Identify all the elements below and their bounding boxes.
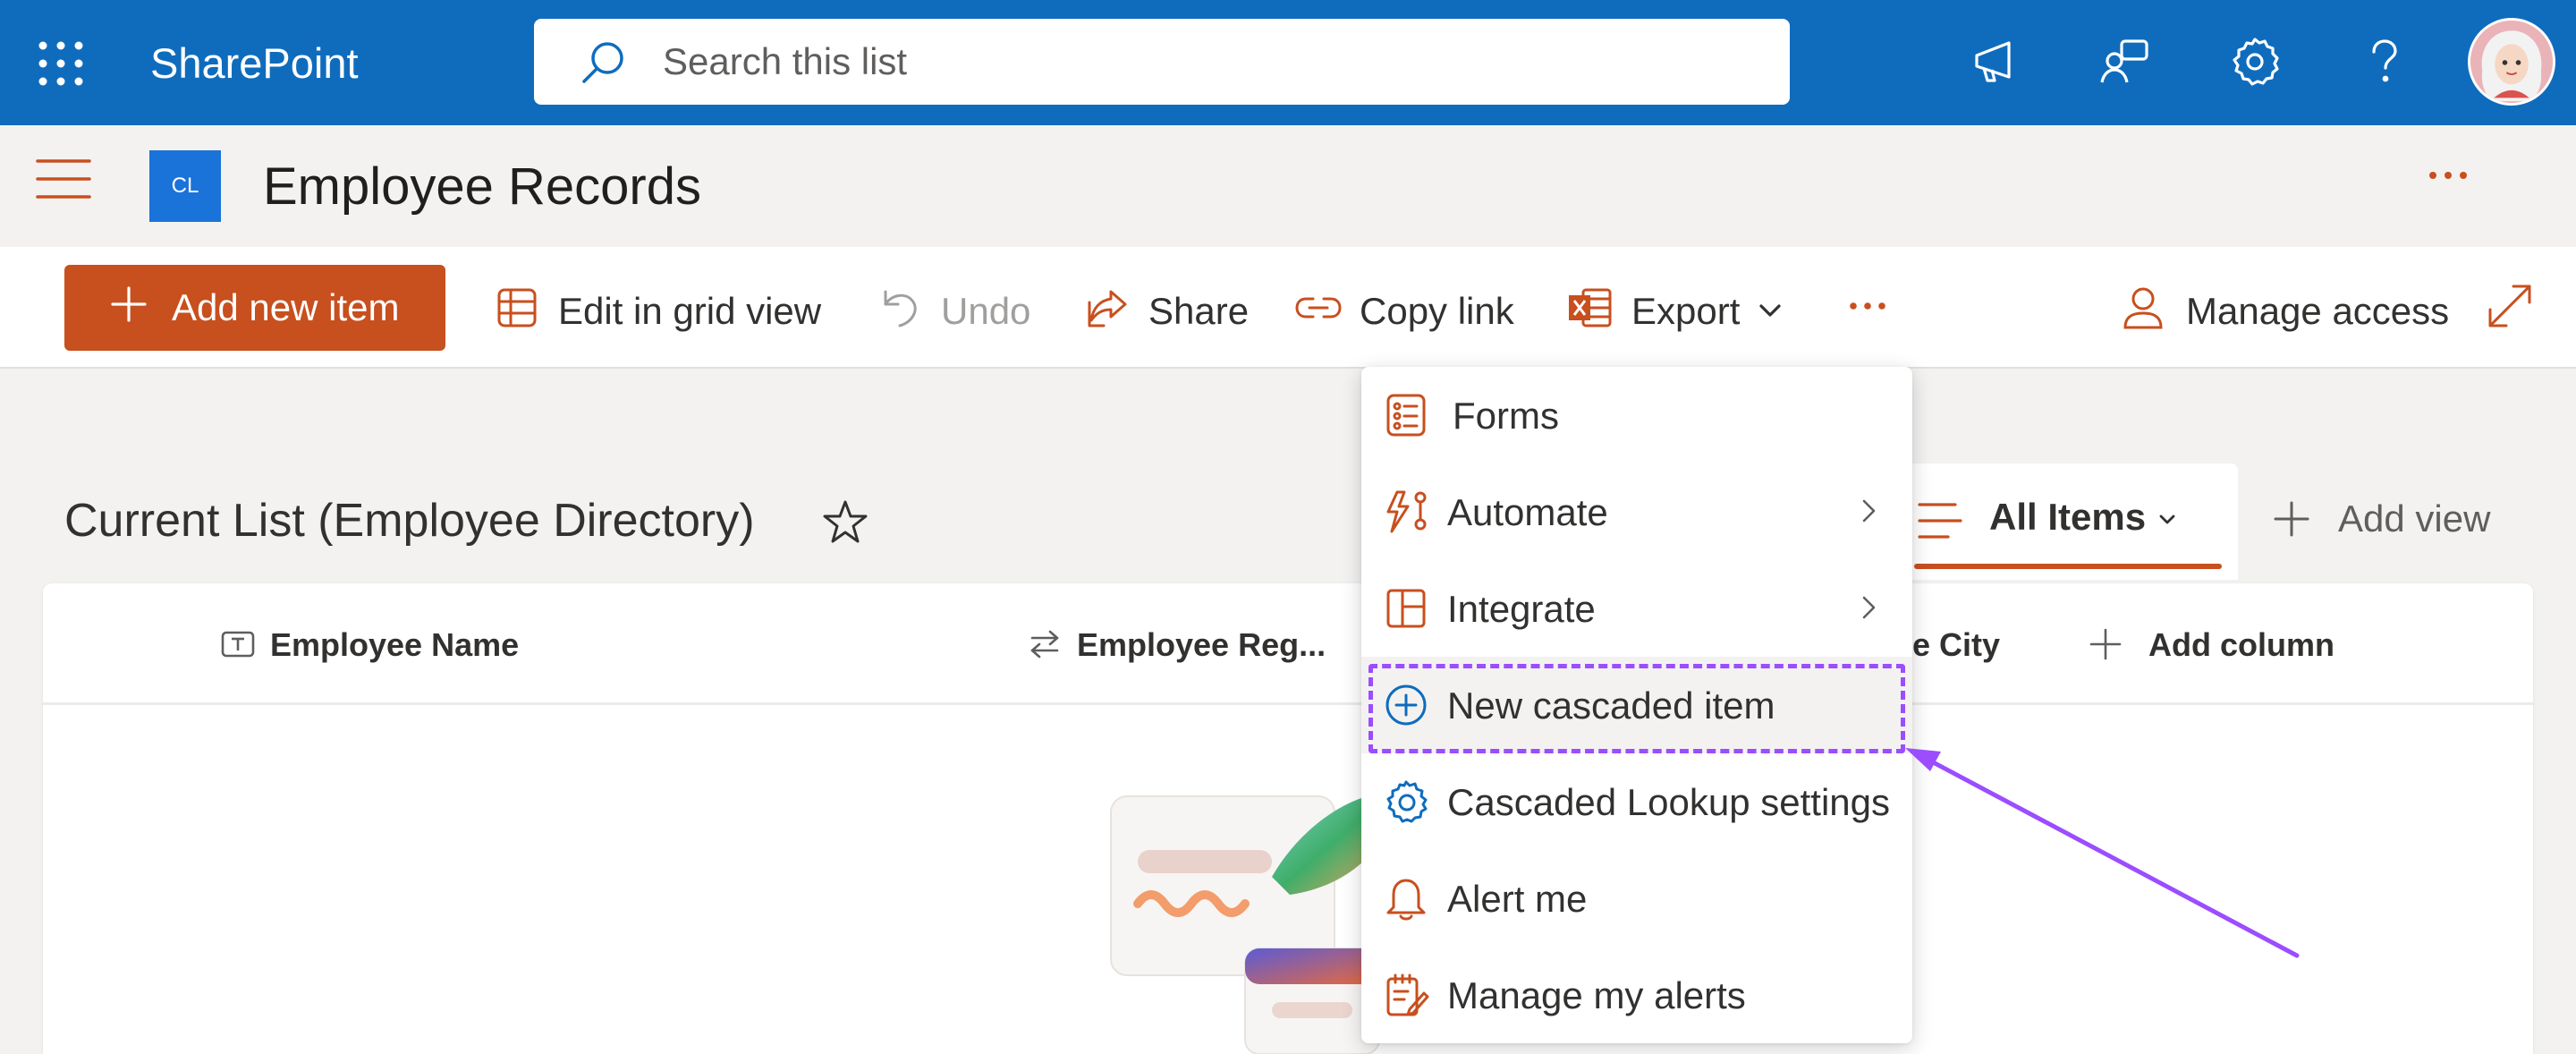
link-icon	[1295, 297, 1342, 319]
plus-icon	[2089, 628, 2122, 660]
gear-icon[interactable]	[2227, 34, 2283, 89]
menu-item-cascaded-lookup-settings[interactable]: Cascaded Lookup settings	[1361, 753, 1912, 850]
app-launcher-waffle-icon[interactable]	[38, 40, 84, 87]
person-icon	[2123, 287, 2163, 329]
feedback-icon[interactable]	[2098, 34, 2154, 89]
site-title[interactable]: Employee Records	[263, 156, 701, 218]
chevron-down-icon	[2159, 514, 2175, 524]
manage-access-button[interactable]: Manage access	[2120, 283, 2449, 336]
export-button[interactable]: Export	[1567, 283, 1791, 336]
user-avatar[interactable]	[2468, 18, 2555, 106]
view-tab-all-items[interactable]: All Items	[1896, 463, 2238, 580]
settings-icon	[1386, 780, 1428, 823]
menu-item-forms[interactable]: Forms	[1361, 367, 1912, 463]
add-circle-icon	[1385, 684, 1427, 726]
favorite-star-icon[interactable]	[821, 498, 869, 547]
plus-icon	[111, 286, 147, 322]
menu-item-manage-my-alerts[interactable]: Manage my alerts	[1361, 947, 1912, 1043]
text-column-icon	[221, 631, 255, 658]
edit-grid-view-button[interactable]: Edit in grid view	[494, 283, 826, 336]
more-commands-icon[interactable]	[1846, 283, 1891, 336]
suite-bar: SharePoint	[0, 0, 2576, 125]
active-view-underline	[1914, 564, 2222, 569]
site-header: CL Employee Records	[0, 125, 2576, 247]
bell-icon	[1386, 879, 1426, 921]
help-icon[interactable]	[2356, 34, 2411, 89]
menu-item-integrate[interactable]: Integrate	[1361, 560, 1912, 657]
search-input[interactable]	[663, 33, 1736, 90]
plus-icon	[2274, 501, 2309, 537]
view-name: All Items	[1989, 496, 2147, 538]
list-view-icon	[1918, 503, 1962, 539]
grid-header: Employee Name Employee Reg... e City Add…	[43, 583, 2533, 705]
menu-item-new-cascaded-item[interactable]: New cascaded item	[1361, 657, 1912, 753]
share-icon	[1088, 290, 1127, 327]
integrate-icon	[1386, 589, 1426, 628]
menu-item-automate[interactable]: Automate	[1361, 463, 1912, 560]
add-new-item-label: Add new item	[172, 286, 400, 328]
list-title: Current List (Employee Directory)	[64, 495, 755, 547]
command-bar: Add new item Edit in grid view Undo Shar…	[0, 247, 2576, 369]
lookup-column-icon	[1030, 630, 1059, 659]
app-name[interactable]: SharePoint	[150, 34, 359, 93]
search-box[interactable]	[534, 19, 1790, 105]
menu-item-alert-me[interactable]: Alert me	[1361, 850, 1912, 947]
chevron-right-icon	[1862, 499, 1876, 523]
add-view-label: Add view	[2338, 497, 2491, 540]
site-logo[interactable]: CL	[149, 150, 221, 222]
undo-button[interactable]: Undo	[877, 283, 1034, 336]
add-new-item-button[interactable]: Add new item	[64, 265, 445, 351]
grid-icon	[497, 288, 537, 327]
undo-icon	[884, 290, 917, 327]
expand-icon[interactable]	[2487, 283, 2537, 336]
hamburger-menu-icon[interactable]	[36, 157, 91, 200]
chevron-right-icon	[1862, 596, 1876, 619]
automate-icon	[1386, 490, 1427, 533]
more-commands-menu: Forms Automate Integrate New cascaded it…	[1361, 367, 1912, 1043]
manage-alerts-icon	[1386, 973, 1429, 1016]
share-button[interactable]: Share	[1084, 283, 1249, 336]
forms-icon	[1386, 394, 1426, 437]
megaphone-icon[interactable]	[1970, 34, 2025, 89]
more-options-icon[interactable]	[2426, 157, 2470, 193]
chevron-down-icon	[1759, 304, 1781, 317]
excel-icon	[1569, 288, 1612, 327]
copy-link-button[interactable]: Copy link	[1295, 283, 1519, 336]
search-icon	[582, 42, 623, 83]
